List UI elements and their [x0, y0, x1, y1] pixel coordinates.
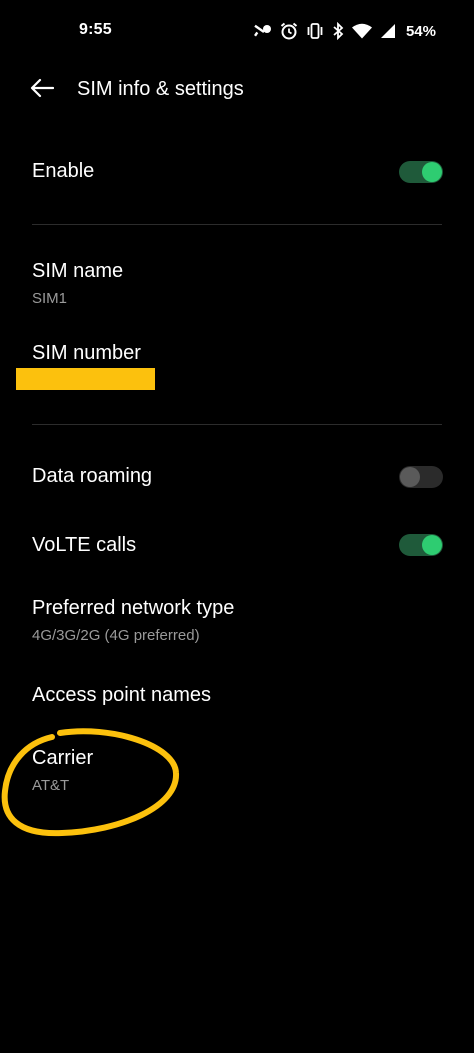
sim-name-row[interactable] — [0, 248, 474, 318]
page-title: SIM info & settings — [77, 78, 244, 100]
signal-icon — [380, 23, 396, 39]
volte-toggle[interactable] — [399, 534, 443, 556]
annotation-circle — [1, 728, 180, 837]
bluetooth-icon — [332, 22, 344, 40]
data-roaming-label: Data roaming — [32, 465, 153, 487]
wifi-icon — [351, 23, 372, 39]
redaction-bar — [16, 368, 155, 390]
status-bar: 9:55 54% — [0, 0, 474, 62]
toggle-knob — [422, 162, 442, 182]
battery-percentage: 54% — [405, 22, 436, 40]
sim-name-label: SIM name — [32, 260, 124, 282]
toggle-knob — [400, 467, 420, 487]
status-time: 9:55 — [79, 21, 112, 38]
back-button[interactable] — [22, 70, 62, 110]
toggle-knob — [422, 535, 442, 555]
sim-name-value: SIM1 — [32, 290, 68, 307]
divider — [32, 224, 442, 225]
alarm-icon — [280, 22, 298, 40]
apn-label: Access point names — [32, 684, 211, 706]
sim-number-label: SIM number — [32, 342, 141, 364]
data-roaming-toggle[interactable] — [399, 466, 443, 488]
network-type-label: Preferred network type — [32, 597, 235, 619]
enable-toggle[interactable] — [399, 161, 443, 183]
divider — [32, 424, 442, 425]
key-icon — [252, 24, 272, 38]
volte-label: VoLTE calls — [32, 534, 137, 556]
status-icons: 54% — [252, 18, 436, 44]
enable-label: Enable — [32, 160, 95, 182]
arrow-left-icon — [30, 78, 55, 103]
network-type-value: 4G/3G/2G (4G preferred) — [32, 627, 200, 644]
vibrate-icon — [306, 22, 324, 40]
